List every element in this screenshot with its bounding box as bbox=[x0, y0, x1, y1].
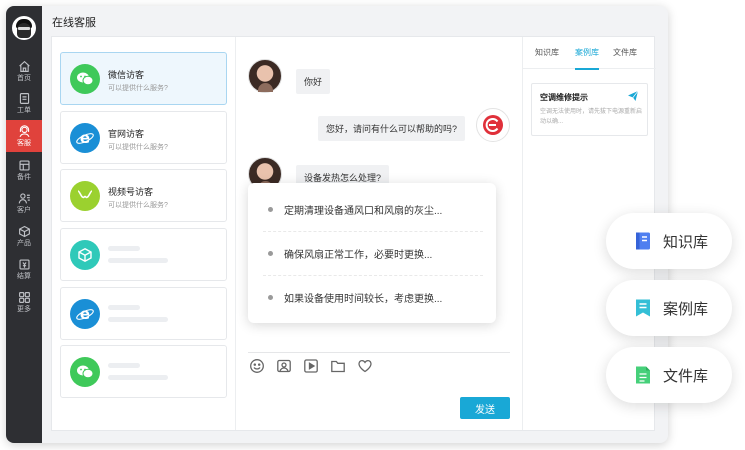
visitor-name: 官网访客 bbox=[108, 129, 145, 139]
visitor-item-placeholder[interactable] bbox=[60, 228, 227, 281]
visitor-subtitle: 可以提供什么服务? bbox=[108, 85, 168, 92]
placeholder-line bbox=[108, 305, 140, 310]
knowledge-book-icon bbox=[636, 232, 650, 250]
floating-label: 案例库 bbox=[663, 300, 709, 318]
send-button[interactable]: 发送 bbox=[460, 397, 510, 419]
more-icon bbox=[18, 291, 30, 303]
visitor-item-placeholder[interactable]: e bbox=[60, 287, 227, 340]
visitor-subtitle: 可以提供什么服务? bbox=[108, 144, 168, 151]
case-title: 空调维修提示 bbox=[540, 93, 588, 102]
suggestion-text: 如果设备使用时间较长，考虑更换... bbox=[284, 293, 443, 305]
visitor-name: 微信访客 bbox=[108, 70, 145, 80]
nav-label: 更多 bbox=[17, 305, 31, 313]
placeholder-line bbox=[108, 375, 168, 380]
service-icon bbox=[19, 124, 29, 137]
message-bubble-visitor: 你好 bbox=[296, 69, 331, 94]
settlement-icon bbox=[18, 258, 30, 270]
tab-cases[interactable]: 案例库 bbox=[573, 37, 601, 70]
page-title: 在线客服 bbox=[52, 17, 96, 29]
ie-browser-icon: e bbox=[70, 299, 100, 329]
nav-item-product[interactable]: 产品 bbox=[6, 220, 42, 252]
nav-label: 产品 bbox=[17, 239, 31, 247]
file-doc-icon bbox=[636, 366, 650, 384]
nav-label: 结算 bbox=[17, 272, 31, 280]
floating-label: 知识库 bbox=[663, 233, 709, 251]
cube-icon bbox=[70, 240, 100, 270]
ie-browser-icon: e bbox=[70, 123, 100, 153]
visitor-name: 视频号访客 bbox=[108, 187, 154, 197]
suggestion-item[interactable]: 如果设备使用时间较长，考虑更换... bbox=[263, 275, 483, 319]
brand-logo-icon bbox=[483, 115, 503, 135]
product-icon bbox=[18, 225, 30, 237]
wechat-icon bbox=[70, 357, 100, 387]
side-navbar: 首页 工单 客服 备件 客户 产品 结算 更多 bbox=[6, 6, 42, 443]
video-icon[interactable] bbox=[303, 358, 319, 374]
visitor-item-wechat[interactable]: 微信访客 可以提供什么服务? bbox=[60, 52, 227, 105]
composer-divider bbox=[248, 352, 510, 353]
nav-label: 客服 bbox=[17, 139, 31, 147]
tab-files[interactable]: 文件库 bbox=[611, 37, 639, 69]
video-channel-icon bbox=[70, 181, 100, 211]
agent-avatar bbox=[476, 108, 510, 142]
nav-label: 备件 bbox=[17, 173, 31, 181]
placeholder-line bbox=[108, 246, 140, 251]
user-avatar[interactable] bbox=[12, 16, 36, 40]
suggestion-text: 确保风扇正常工作，必要时更换... bbox=[284, 250, 433, 261]
nav-label: 工单 bbox=[17, 106, 31, 114]
nav-item-service[interactable]: 客服 bbox=[6, 120, 42, 152]
visitor-item-website[interactable]: e 官网访客 可以提供什么服务? bbox=[60, 111, 227, 164]
nav-item-parts[interactable]: 备件 bbox=[6, 154, 42, 186]
svg-text:e: e bbox=[80, 305, 90, 323]
case-description: 空调无法使用时，请先拔下电源重新启动以确... bbox=[540, 109, 643, 125]
nav-item-home[interactable]: 首页 bbox=[6, 55, 42, 87]
nav-item-more[interactable]: 更多 bbox=[6, 286, 42, 318]
floating-cases-button[interactable]: 案例库 bbox=[606, 280, 732, 336]
placeholder-line bbox=[108, 363, 140, 368]
visitor-item-placeholder[interactable] bbox=[60, 345, 227, 398]
visitor-item-video-channel[interactable]: 视频号访客 可以提供什么服务? bbox=[60, 169, 227, 222]
suggestion-item[interactable]: 确保风扇正常工作，必要时更换... bbox=[263, 232, 483, 276]
nav-label: 客户 bbox=[17, 206, 31, 214]
bullet-icon bbox=[268, 207, 273, 212]
case-card[interactable]: 空调维修提示 空调无法使用时，请先拔下电源重新启动以确... bbox=[531, 83, 648, 136]
floating-files-button[interactable]: 文件库 bbox=[606, 347, 732, 403]
svg-text:e: e bbox=[80, 129, 90, 147]
heart-icon[interactable] bbox=[357, 358, 373, 374]
wechat-icon bbox=[70, 64, 100, 94]
message-bubble-agent: 您好，请问有什么可以帮助的吗? bbox=[318, 116, 466, 141]
floating-knowledge-button[interactable]: 知识库 bbox=[606, 213, 732, 269]
suggestion-item[interactable]: 定期清理设备通风口和风扇的灰尘... bbox=[263, 188, 483, 232]
tab-knowledge[interactable]: 知识库 bbox=[533, 37, 561, 69]
bullet-icon bbox=[268, 294, 273, 300]
emoji-icon[interactable] bbox=[249, 358, 265, 374]
visitor-list: 微信访客 可以提供什么服务? e 官网访客 可以提供什么服务? 视频号访客 可以… bbox=[52, 37, 236, 430]
nav-item-settlement[interactable]: 结算 bbox=[6, 253, 42, 285]
home-icon bbox=[18, 60, 30, 72]
bullet-icon bbox=[268, 251, 273, 256]
nav-item-ticket[interactable]: 工单 bbox=[6, 87, 42, 119]
nav-item-customer[interactable]: 客户 bbox=[6, 187, 42, 219]
visitor-avatar bbox=[248, 59, 282, 93]
case-doc-icon bbox=[636, 299, 650, 317]
parts-icon bbox=[18, 159, 30, 171]
placeholder-line bbox=[108, 258, 168, 263]
nav-label: 首页 bbox=[17, 74, 31, 82]
folder-icon[interactable] bbox=[330, 358, 346, 374]
placeholder-line bbox=[108, 317, 168, 322]
suggestion-text: 定期清理设备通风口和风扇的灰尘... bbox=[284, 206, 443, 217]
visitor-subtitle: 可以提供什么服务? bbox=[108, 202, 168, 209]
floating-label: 文件库 bbox=[663, 367, 709, 385]
knowledge-tabs: 知识库 案例库 文件库 bbox=[523, 37, 656, 70]
ticket-icon bbox=[19, 92, 29, 104]
send-plane-icon[interactable] bbox=[627, 90, 639, 102]
image-icon[interactable] bbox=[276, 358, 292, 374]
customer-icon bbox=[18, 192, 30, 204]
reply-suggestions: 定期清理设备通风口和风扇的灰尘... 确保风扇正常工作，必要时更换... 如果设… bbox=[248, 183, 496, 323]
